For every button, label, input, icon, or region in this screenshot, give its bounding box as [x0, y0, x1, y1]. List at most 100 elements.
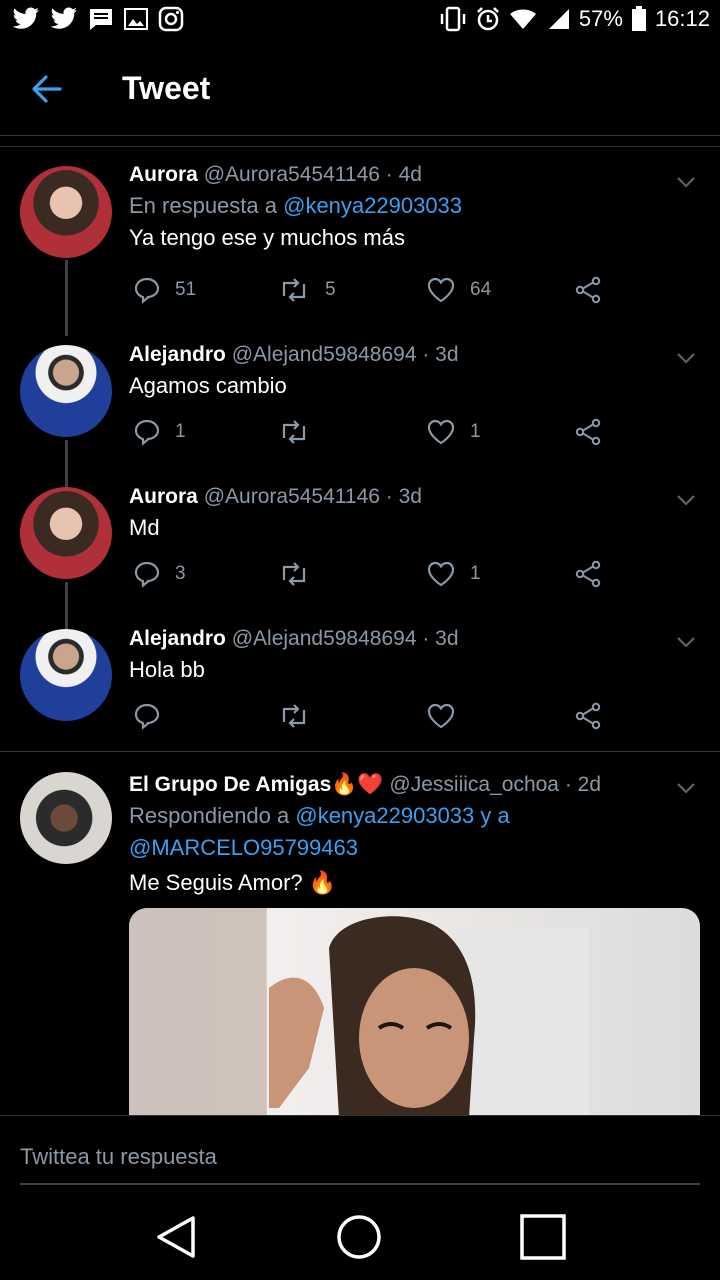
tweet[interactable]: Aurora @Aurora54541146 · 3d Md 3 1	[0, 482, 720, 630]
reply-handle-link[interactable]: @kenya22903033 y a	[295, 803, 509, 828]
twitter-bird-icon	[50, 7, 78, 31]
retweet-button[interactable]	[277, 418, 325, 446]
share-icon	[575, 418, 601, 446]
system-icons: 57% 16:12	[439, 6, 710, 32]
retweet-button[interactable]	[277, 702, 311, 730]
user-handle[interactable]: @Aurora54541146	[204, 485, 380, 508]
tweet-actions: 51 5 64	[133, 276, 633, 310]
input-underline	[20, 1183, 700, 1185]
tweet-header: El Grupo De Amigas🔥❤️ @Jessiiica_ochoa ·…	[129, 770, 700, 800]
photo-placeholder	[129, 908, 589, 1118]
avatar[interactable]	[20, 166, 112, 258]
share-icon	[575, 702, 601, 730]
reply-icon	[134, 277, 160, 304]
like-button[interactable]: 64	[426, 276, 491, 304]
tweet[interactable]: Alejandro @Alejand59848694 · 3d Hola bb	[0, 624, 720, 750]
app-bar: Tweet	[0, 42, 720, 136]
avatar[interactable]	[20, 772, 112, 864]
tweet[interactable]: Aurora @Aurora54541146 · 4d En respuesta…	[0, 160, 720, 336]
thread-line	[65, 260, 68, 336]
chevron-down-icon[interactable]	[674, 170, 698, 194]
user-handle[interactable]: @Aurora54541146	[204, 163, 380, 186]
tweet-age: · 3d	[385, 485, 422, 508]
back-nav-icon[interactable]	[153, 1213, 199, 1261]
reply-icon	[134, 561, 160, 588]
reply-button[interactable]	[133, 702, 161, 730]
display-name[interactable]: Alejandro	[129, 627, 226, 650]
tweet-header: Alejandro @Alejand59848694 · 3d	[129, 624, 700, 654]
chevron-down-icon[interactable]	[674, 776, 698, 800]
back-arrow-icon[interactable]	[30, 72, 64, 106]
reply-count: 3	[175, 563, 186, 584]
reply-button[interactable]: 1	[133, 418, 186, 446]
avatar[interactable]	[20, 487, 112, 579]
display-name[interactable]: Aurora	[129, 163, 198, 186]
reply-context-line2: @MARCELO95799463	[129, 832, 700, 864]
reply-icon	[134, 703, 160, 730]
vibrate-icon	[439, 6, 467, 32]
reply-prefix: Respondiendo a	[129, 803, 296, 828]
recents-nav-icon[interactable]	[519, 1213, 567, 1261]
share-icon	[575, 276, 601, 304]
status-bar: 57% 16:12	[0, 0, 720, 42]
avatar[interactable]	[20, 629, 112, 721]
reply-button[interactable]: 51	[133, 276, 196, 304]
retweet-icon	[282, 420, 306, 444]
like-button[interactable]: 1	[426, 418, 481, 446]
share-button[interactable]	[573, 560, 603, 588]
user-handle[interactable]: @Alejand59848694	[232, 627, 417, 650]
reply-input[interactable]: Twittea tu respuesta	[20, 1144, 217, 1170]
retweet-button[interactable]: 5	[277, 276, 336, 304]
tweet-header: Aurora @Aurora54541146 · 4d	[129, 160, 700, 190]
display-name[interactable]: El Grupo De Amigas	[129, 773, 331, 796]
avatar[interactable]	[20, 345, 112, 437]
share-button[interactable]	[573, 418, 603, 446]
reply-context: Respondiendo a @kenya22903033 y a	[129, 800, 700, 832]
divider	[0, 146, 720, 147]
tweet-age: · 3d	[422, 627, 459, 650]
reply-button[interactable]: 3	[133, 560, 186, 588]
divider	[0, 751, 720, 752]
share-button[interactable]	[573, 276, 603, 304]
page-title: Tweet	[122, 70, 211, 106]
tweet-text: Ya tengo ese y muchos más	[129, 225, 405, 250]
retweet-count: 5	[325, 279, 336, 300]
display-name[interactable]: Alejandro	[129, 343, 226, 366]
home-nav-icon[interactable]	[335, 1213, 383, 1261]
chevron-down-icon[interactable]	[674, 346, 698, 370]
reply-handle-link[interactable]: @MARCELO95799463	[129, 835, 358, 860]
tweet-header: Alejandro @Alejand59848694 · 3d	[129, 340, 700, 370]
display-name[interactable]: Aurora	[129, 485, 198, 508]
chevron-down-icon[interactable]	[674, 488, 698, 512]
tweet-media-image[interactable]	[129, 908, 700, 1118]
thread-line	[65, 440, 68, 488]
tweet[interactable]: Alejandro @Alejand59848694 · 3d Agamos c…	[0, 340, 720, 488]
retweet-icon	[282, 278, 306, 302]
tweet-age: · 4d	[385, 163, 422, 186]
tweet-age: · 3d	[422, 343, 459, 366]
like-button[interactable]: 1	[426, 560, 481, 588]
heart-icon	[427, 703, 455, 729]
reply-handle-link[interactable]: @kenya22903033	[283, 193, 462, 218]
notification-icons	[12, 6, 184, 32]
reply-bar: Twittea tu respuesta	[0, 1115, 720, 1195]
message-icon	[88, 7, 114, 31]
share-button[interactable]	[573, 702, 603, 730]
like-button[interactable]	[426, 702, 456, 730]
user-handle[interactable]: @Alejand59848694	[232, 343, 417, 366]
like-count: 1	[470, 563, 481, 584]
image-icon	[124, 8, 148, 30]
reply-count: 51	[175, 279, 197, 300]
wifi-icon	[509, 7, 537, 31]
tweet-text: Me Seguis Amor? 🔥	[129, 870, 337, 895]
reply-count: 1	[175, 421, 186, 442]
heart-icon	[427, 419, 455, 445]
reply-prefix: En respuesta a	[129, 193, 284, 218]
twitter-bird-icon	[12, 7, 40, 31]
tweet-actions: 1 1	[133, 418, 633, 452]
clock: 16:12	[654, 6, 710, 31]
retweet-button[interactable]	[277, 560, 325, 588]
chevron-down-icon[interactable]	[674, 630, 698, 654]
user-handle[interactable]: @Jessiiica_ochoa	[389, 773, 559, 796]
alarm-icon	[475, 6, 501, 32]
